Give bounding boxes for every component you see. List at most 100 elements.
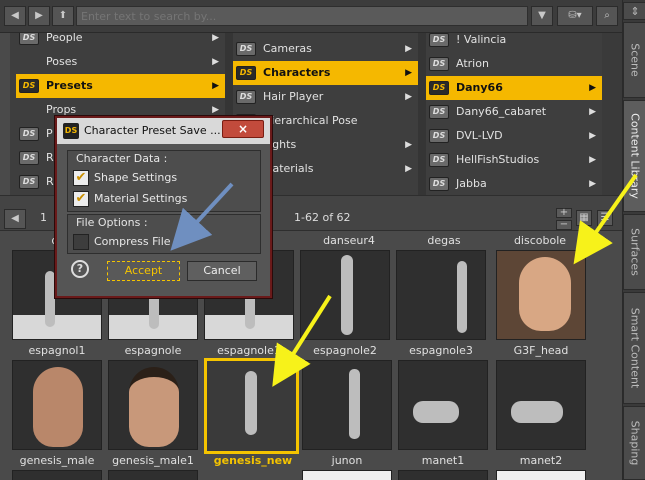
folder-item-selected[interactable]: DS Presets ▶ xyxy=(16,74,225,98)
character-data-group: Character Data : ✔ Shape Settings ✔ Mate… xyxy=(67,150,261,212)
folder-icon: DS xyxy=(429,153,449,167)
chevron-right-icon: ▶ xyxy=(405,92,412,102)
folder-item[interactable]: DS ! Valincia xyxy=(426,33,602,52)
tile-label: espagnole2 xyxy=(313,344,377,357)
thumbnail[interactable] xyxy=(302,360,392,450)
folder-icon: DS xyxy=(429,33,449,47)
thumbnail-selected[interactable] xyxy=(204,358,299,454)
chevron-right-icon: ▶ xyxy=(212,57,219,67)
folder-icon: DS xyxy=(429,57,449,71)
toolbar: ◀ ▶ ⬆ ▼ ⛁▾ ⌕ xyxy=(0,0,622,33)
thumbnail[interactable] xyxy=(496,360,586,450)
thumbnail[interactable] xyxy=(398,360,488,450)
folder-item[interactable]: DS People ▶ xyxy=(16,33,225,50)
folder-icon: DS xyxy=(236,90,256,104)
compress-file-checkbox[interactable] xyxy=(73,234,89,250)
folder-icon: DS xyxy=(19,79,39,93)
tile-label: junon xyxy=(331,454,363,467)
thumbnail[interactable] xyxy=(108,470,198,480)
folder-icon: DS xyxy=(429,105,449,119)
app-icon: DS xyxy=(63,123,79,139)
thumbnail[interactable] xyxy=(496,250,586,340)
shape-settings-label: Shape Settings xyxy=(94,171,178,184)
thumbnail[interactable] xyxy=(396,250,486,340)
folder-item[interactable]: DS Jabba ▶ xyxy=(426,172,602,195)
tab-surfaces[interactable]: Surfaces xyxy=(623,214,645,290)
search-icon[interactable]: ⌕ xyxy=(596,6,618,26)
tile-label: genesis_male xyxy=(19,454,95,467)
folder-icon: DS xyxy=(19,175,39,189)
group-title: Character Data : xyxy=(76,152,168,165)
folder-label: DVL-LVD xyxy=(456,129,503,142)
prev-page-icon[interactable]: ◀ xyxy=(4,209,26,229)
thumbnail[interactable] xyxy=(300,250,390,340)
tile-label: espagnol1 xyxy=(28,344,86,357)
folder-label: ! Valincia xyxy=(456,33,507,46)
dialog-titlebar[interactable]: DS Character Preset Save ... × xyxy=(57,118,270,144)
close-button[interactable]: × xyxy=(222,120,264,138)
tab-smart-content[interactable]: Smart Content xyxy=(623,292,645,404)
folder-item-selected[interactable]: DS Characters ▶ xyxy=(233,61,418,85)
tile-label: degas xyxy=(427,234,461,247)
accept-button[interactable]: Accept xyxy=(107,261,180,281)
tile-label: manet2 xyxy=(519,454,563,467)
dialog-title: Character Preset Save ... xyxy=(84,124,221,137)
folder-label: Dany66_cabaret xyxy=(456,105,547,118)
list-view-icon[interactable]: ☰ xyxy=(597,210,613,226)
thumbnail[interactable] xyxy=(12,470,102,480)
chevron-right-icon: ▶ xyxy=(405,164,412,174)
folder-label: Atrion xyxy=(456,57,489,70)
folder-item[interactable]: DS Dany66_cabaret ▶ xyxy=(426,100,602,124)
column-splitter[interactable] xyxy=(418,33,426,195)
zoom-in-icon[interactable]: + xyxy=(556,208,572,218)
tab-content-library[interactable]: Content Library xyxy=(623,100,645,212)
folder-icon: DS xyxy=(236,42,256,56)
forward-icon[interactable]: ▶ xyxy=(28,6,50,26)
folder-label: Jabba xyxy=(456,177,487,190)
folder-icon: DS xyxy=(19,151,39,165)
zoom-out-icon[interactable]: − xyxy=(556,220,572,230)
material-settings-label: Material Settings xyxy=(94,192,188,205)
folder-item[interactable]: DS DVL-LVD ▶ xyxy=(426,124,602,148)
folder-item[interactable]: DS Atrion xyxy=(426,52,602,76)
thumbnail[interactable] xyxy=(12,360,102,450)
back-icon[interactable]: ◀ xyxy=(4,6,26,26)
thumbnail[interactable] xyxy=(496,470,586,480)
folder-item[interactable]: DS Hair Player ▶ xyxy=(233,85,418,109)
folder-icon: DS xyxy=(429,81,449,95)
folder-item[interactable]: DS HellFishStudios ▶ xyxy=(426,148,602,172)
folder-icon: DS xyxy=(19,127,39,141)
folder-label: Cameras xyxy=(263,42,312,55)
search-input[interactable] xyxy=(76,6,528,26)
folder-label: Dany66 xyxy=(456,81,503,94)
up-icon[interactable]: ⬆ xyxy=(52,6,74,26)
thumbnail[interactable] xyxy=(108,360,198,450)
group-title: File Options : xyxy=(76,216,148,229)
folder-item[interactable]: Poses ▶ xyxy=(16,50,225,74)
tab-shaping[interactable]: Shaping xyxy=(623,406,645,480)
page-number[interactable]: 1 xyxy=(40,211,47,224)
folder-item[interactable]: DS Cameras ▶ xyxy=(233,37,418,61)
help-icon[interactable]: ? xyxy=(71,260,89,278)
cancel-button[interactable]: Cancel xyxy=(187,261,257,281)
tile-label: G3F_head xyxy=(513,344,569,357)
shape-settings-checkbox[interactable]: ✔ xyxy=(73,170,89,186)
folder-column-3: DS ! Valincia DS Atrion DS Dany66 ▶ DS Dany66… xyxy=(426,33,602,195)
tab-scene[interactable]: Scene xyxy=(623,22,645,98)
tile-label-selected: genesis_new xyxy=(213,454,293,467)
folder-label: Characters xyxy=(263,66,331,79)
material-settings-checkbox[interactable]: ✔ xyxy=(73,191,89,207)
folder-label: Hair Player xyxy=(263,90,324,103)
database-icon[interactable]: ⛁▾ xyxy=(557,6,593,26)
search-dropdown-icon[interactable]: ▼ xyxy=(531,6,553,26)
panel-menu-icon[interactable]: ⇔ xyxy=(623,2,645,20)
thumbnail[interactable] xyxy=(302,470,392,480)
tile-label: espagnole1 xyxy=(217,344,281,357)
folder-item-selected[interactable]: DS Dany66 ▶ xyxy=(426,76,602,100)
thumbnail[interactable] xyxy=(398,470,488,480)
file-options-group: File Options : Compress File xyxy=(67,214,261,254)
folder-label: Poses xyxy=(46,55,78,68)
column-scrollbar[interactable] xyxy=(602,33,622,195)
grid-view-icon[interactable]: ▦ xyxy=(576,210,592,226)
tile-label: danseur4 xyxy=(323,234,375,247)
